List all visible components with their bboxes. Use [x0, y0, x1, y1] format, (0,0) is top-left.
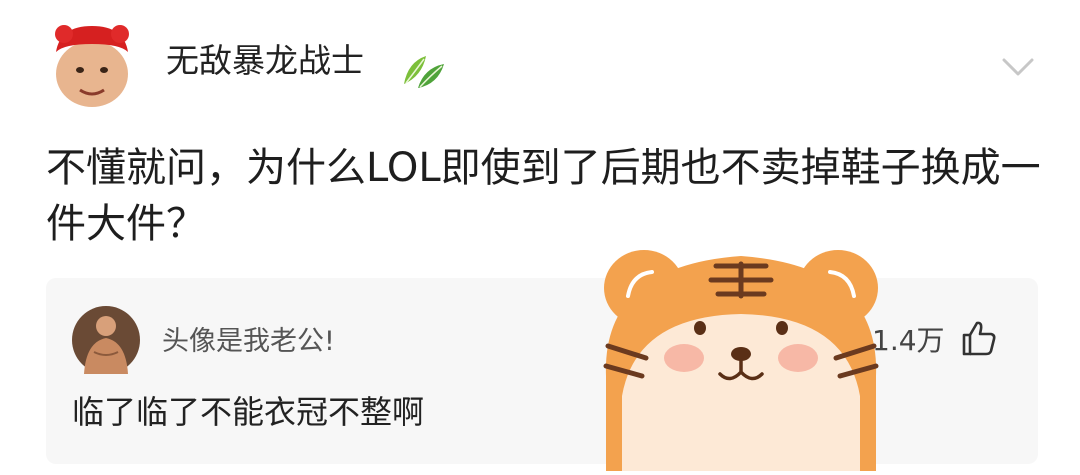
- leaf-badge-icon: [400, 50, 446, 92]
- post-text: 不懂就问，为什么LOL即使到了后期也不卖掉鞋子换成一件大件？: [46, 145, 1041, 247]
- tiger-sticker: [596, 246, 886, 471]
- chevron-down-icon[interactable]: [998, 54, 1038, 80]
- commenter-avatar[interactable]: [72, 306, 140, 374]
- author-avatar[interactable]: [50, 22, 134, 108]
- comment-text: 临了临了不能衣冠不整啊: [72, 393, 425, 431]
- commenter-name[interactable]: 头像是我老公!: [162, 328, 335, 355]
- author-name[interactable]: 无敌暴龙战士: [166, 44, 364, 77]
- comment-card[interactable]: [46, 278, 1038, 464]
- thumbs-up-icon[interactable]: [958, 318, 998, 358]
